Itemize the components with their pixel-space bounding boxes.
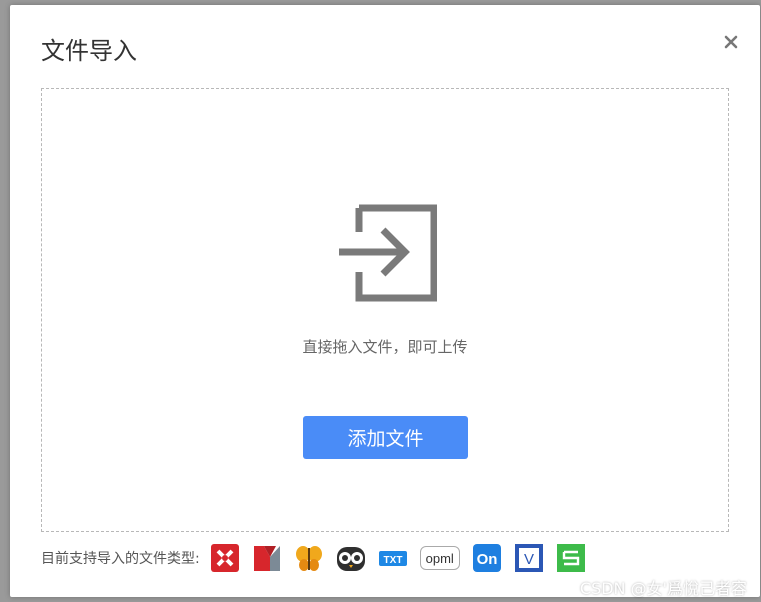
freemind-icon [294,543,324,573]
xmind-icon [210,543,240,573]
add-file-button[interactable]: 添加文件 [303,416,468,459]
close-icon[interactable] [724,35,738,49]
txt-icon-label: TXT [383,555,402,566]
dialog-title: 文件导入 [41,37,137,65]
drop-hint: 直接拖入文件，即可上传 [302,338,468,356]
mindmanager-icon [252,543,282,573]
drop-zone[interactable]: 直接拖入文件，即可上传 添加文件 [41,88,729,532]
visio-icon: V [514,543,544,573]
watermark: CSDN @女'爲悅己者容 [579,579,747,598]
onenote-icon-label: On [476,551,497,568]
txt-icon: TXT [378,543,408,573]
import-icon [337,202,438,302]
file-import-dialog: 文件导入 直接拖入文件，即可上传 添加文件 目前支持导入的文件类型: TXT o… [10,5,760,597]
supported-types-row: 目前支持导入的文件类型: TXT opml On V [41,541,598,575]
supported-types-label: 目前支持导入的文件类型: [41,551,200,567]
owl-icon [336,543,366,573]
visio-icon-label: V [524,551,534,568]
sheet-icon [556,543,586,573]
onenote-icon: On [472,543,502,573]
opml-icon: opml [419,546,460,570]
